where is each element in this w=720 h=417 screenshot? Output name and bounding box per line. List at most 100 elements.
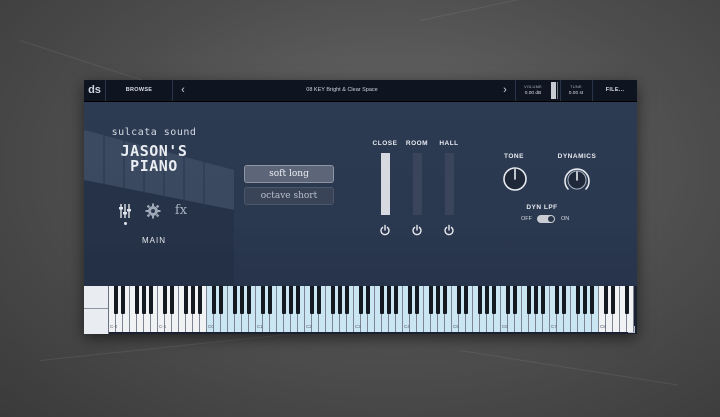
black-key[interactable] <box>610 286 616 314</box>
black-key[interactable] <box>561 286 567 314</box>
black-key[interactable] <box>330 286 336 314</box>
tone-label: TONE <box>504 153 524 160</box>
gear-icon[interactable] <box>144 202 162 220</box>
black-key[interactable] <box>211 286 217 314</box>
black-key[interactable] <box>239 286 245 314</box>
black-key[interactable] <box>162 286 168 314</box>
articulation-octave-short-button[interactable]: octave short <box>244 187 334 205</box>
sliders-icon[interactable] <box>116 202 134 220</box>
black-key[interactable] <box>554 286 560 314</box>
octave-label: C-1 <box>159 324 167 329</box>
output-meter <box>551 82 556 99</box>
power-icon[interactable] <box>443 224 455 236</box>
black-key[interactable] <box>456 286 462 314</box>
black-key[interactable] <box>190 286 196 314</box>
black-key[interactable] <box>505 286 511 314</box>
divider <box>172 80 173 101</box>
black-key[interactable] <box>358 286 364 314</box>
black-key[interactable] <box>141 286 147 314</box>
black-key[interactable] <box>134 286 140 314</box>
output-meter-peak <box>557 82 558 99</box>
dyn-lpf-toggle[interactable] <box>537 215 555 223</box>
octave-label: C1 <box>257 324 263 329</box>
black-key[interactable] <box>288 286 294 314</box>
black-key[interactable] <box>428 286 434 314</box>
black-key[interactable] <box>512 286 518 314</box>
black-key[interactable] <box>624 286 630 314</box>
previous-preset-button[interactable]: ‹ <box>177 80 189 101</box>
black-key[interactable] <box>589 286 595 314</box>
black-key[interactable] <box>267 286 273 314</box>
black-key[interactable] <box>309 286 315 314</box>
black-key[interactable] <box>540 286 546 314</box>
black-key[interactable] <box>183 286 189 314</box>
black-key[interactable] <box>477 286 483 314</box>
black-key[interactable] <box>260 286 266 314</box>
octave-label: C8 <box>600 324 606 329</box>
volume-control[interactable]: VOLUME 0.00 dB <box>516 83 550 98</box>
ds-logo-icon: ds <box>88 84 101 96</box>
octave-label: C5 <box>453 324 459 329</box>
black-key[interactable] <box>386 286 392 314</box>
background-scratch <box>459 350 678 386</box>
black-key[interactable] <box>148 286 154 314</box>
black-key[interactable] <box>463 286 469 314</box>
tune-control[interactable]: TUNE 0.00 st <box>561 83 591 98</box>
black-key[interactable] <box>295 286 301 314</box>
black-key[interactable] <box>491 286 497 314</box>
black-key[interactable] <box>435 286 441 314</box>
black-key[interactable] <box>575 286 581 314</box>
black-key[interactable] <box>533 286 539 314</box>
black-key[interactable] <box>344 286 350 314</box>
active-page-indicator <box>124 222 127 225</box>
articulation-soft-long-button[interactable]: soft long <box>244 165 334 183</box>
black-key[interactable] <box>232 286 238 314</box>
black-key[interactable] <box>218 286 224 314</box>
black-key[interactable] <box>603 286 609 314</box>
black-key[interactable] <box>393 286 399 314</box>
black-key[interactable] <box>337 286 343 314</box>
background-scratch <box>419 0 655 21</box>
strip-divider <box>84 308 108 309</box>
black-key[interactable] <box>169 286 175 314</box>
fx-button[interactable]: fx <box>172 202 190 220</box>
black-key[interactable] <box>246 286 252 314</box>
black-key[interactable] <box>120 286 126 314</box>
tone-knob[interactable] <box>502 166 528 192</box>
black-key[interactable] <box>414 286 420 314</box>
dynamics-knob[interactable] <box>561 164 593 196</box>
black-key[interactable] <box>365 286 371 314</box>
black-key[interactable] <box>526 286 532 314</box>
black-key[interactable] <box>316 286 322 314</box>
black-key[interactable] <box>197 286 203 314</box>
black-key[interactable] <box>113 286 119 314</box>
dynamics-label: DYNAMICS <box>557 153 597 160</box>
resize-handle[interactable] <box>628 326 635 333</box>
preset-name[interactable]: 08 KEY Bright & Clear Space <box>194 80 490 101</box>
room-mic-label: ROOM <box>405 140 429 147</box>
close-mic-fader[interactable] <box>381 153 390 215</box>
pitch-mod-strip[interactable] <box>84 286 109 334</box>
black-key[interactable] <box>407 286 413 314</box>
company-name: sulcata sound <box>111 127 197 138</box>
octave-label: C3 <box>355 324 361 329</box>
octave-label: C2 <box>306 324 312 329</box>
volume-value[interactable]: 0.00 dB <box>516 90 550 98</box>
black-key[interactable] <box>281 286 287 314</box>
hall-mic-label: HALL <box>439 140 459 147</box>
power-icon[interactable] <box>411 224 423 236</box>
volume-label: VOLUME <box>523 84 543 89</box>
black-key[interactable] <box>442 286 448 314</box>
piano-keyboard[interactable]: C-2 C-1 C0 C1 C2 C3 C4 C5 C6 C7 C8 <box>84 286 637 334</box>
power-icon[interactable] <box>379 224 391 236</box>
fader-level <box>381 153 390 215</box>
hall-mic-fader[interactable] <box>445 153 454 215</box>
tune-value[interactable]: 0.00 st <box>561 90 591 98</box>
browse-button[interactable]: BROWSE <box>106 80 172 101</box>
file-menu-button[interactable]: FILE... <box>593 80 637 101</box>
black-key[interactable] <box>582 286 588 314</box>
black-key[interactable] <box>379 286 385 314</box>
room-mic-fader[interactable] <box>413 153 422 215</box>
next-preset-button[interactable]: › <box>499 80 511 101</box>
black-key[interactable] <box>484 286 490 314</box>
